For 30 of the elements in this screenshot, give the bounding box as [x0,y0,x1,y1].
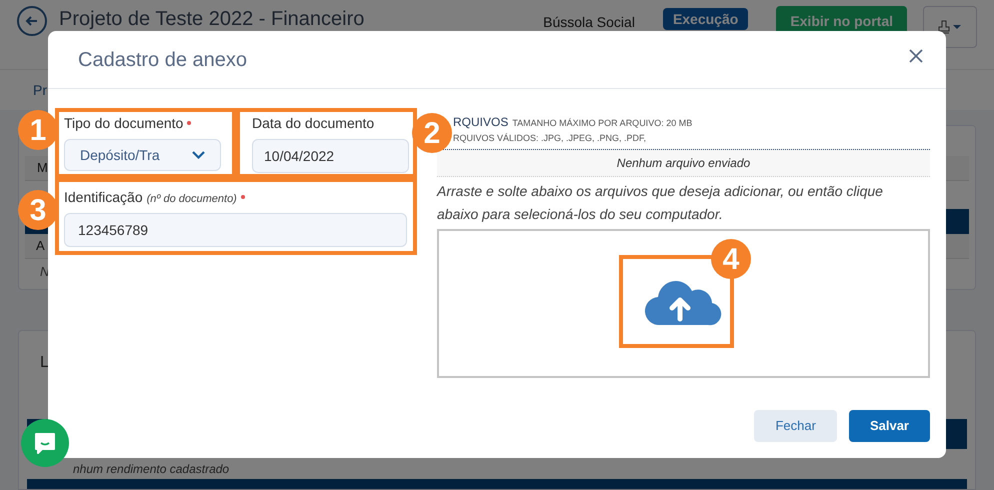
page-title: Projeto de Teste 2022 - Financeiro [59,8,364,30]
section-title: L [40,354,49,371]
empty-message: nhum rendimento cadastrado [73,461,230,478]
table-cell-text: M [37,159,48,178]
files-heading: RQUIVOS [453,114,508,131]
arrow-left-icon [25,14,39,28]
chevron-down-icon [192,151,205,159]
drop-zone[interactable] [437,229,930,378]
save-button[interactable]: Salvar [848,410,930,442]
table-cell-text: A [36,237,45,256]
close-dialog-button[interactable]: Fechar [754,410,837,442]
chat-icon [33,431,57,455]
document-type-select[interactable]: Depósito/Tra [64,139,221,171]
empty-files-message: Nenhum arquivo enviado [616,155,750,172]
close-icon [909,48,923,62]
field-label: Identificação [64,188,143,207]
field-label: Data do documento [252,114,374,133]
max-size-note: TAMANHO MÁXIMO POR ARQUIVO: 20 MB [512,117,692,130]
date-field[interactable]: 10/04/2022 [252,139,409,173]
field-hint: (nº do documento) [146,192,237,207]
field-label: Tipo do documento [64,114,184,133]
back-button[interactable] [17,6,47,36]
dialog-title: Cadastro de anexo [78,48,248,72]
valid-types-note: RQUIVOS VÁLIDOS: .JPG, .JPEG, .PNG, .PDF, [453,133,646,143]
identification-field[interactable]: 123456789 [64,213,407,247]
organization-name: Bússola Social [543,13,635,32]
upload-instructions: Arraste e solte abaixo os arquivos que deseja adicionar, ou então clique abaixo para selecioná-los do seu computador. [437,182,884,224]
stamp-icon [938,19,962,35]
tab[interactable]: Pr [33,80,47,100]
status-badge: Execução [662,8,748,30]
